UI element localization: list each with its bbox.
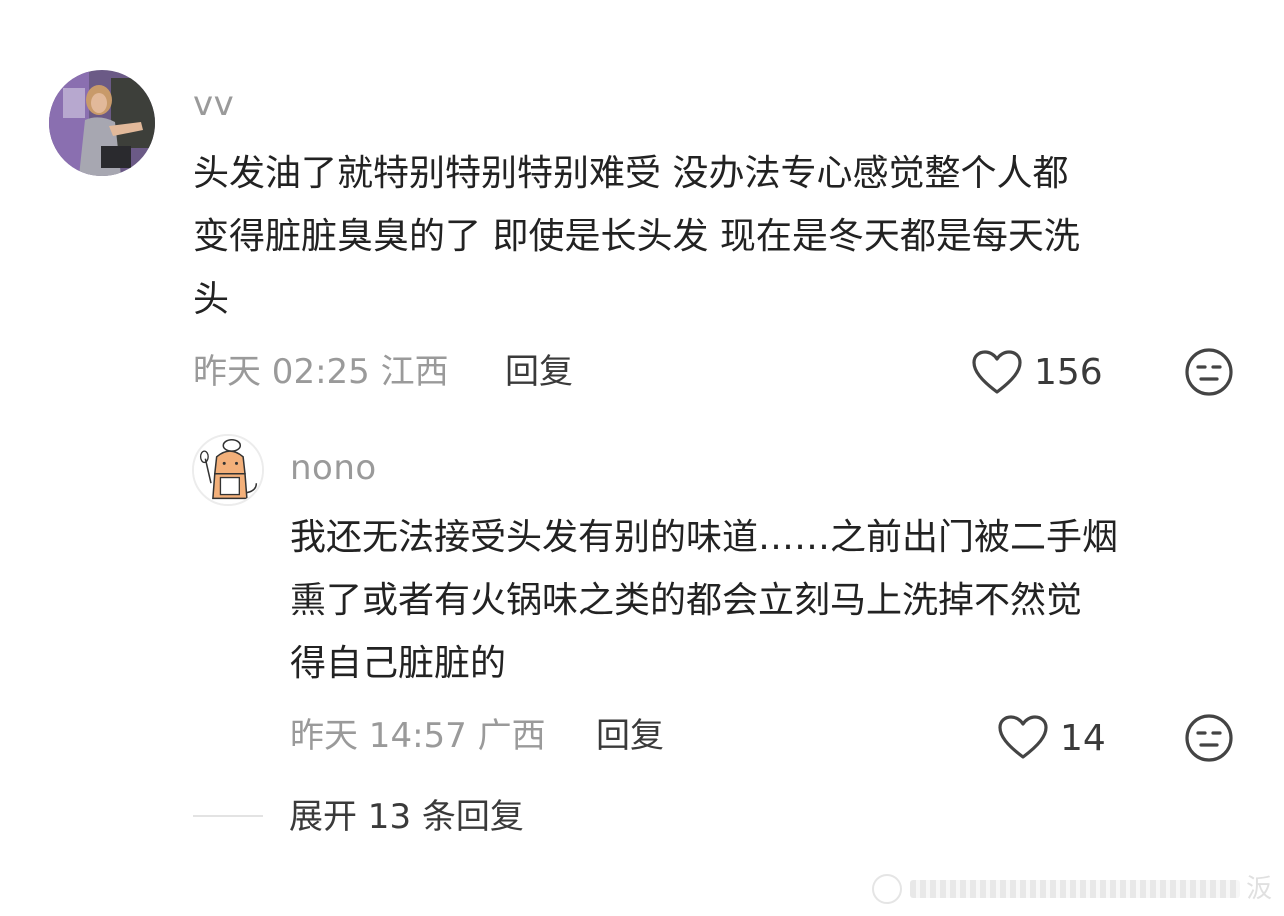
reply-button[interactable]: 回复 (596, 716, 664, 756)
like-count: 14 (1060, 718, 1106, 759)
meh-face-icon[interactable] (1184, 347, 1234, 397)
comment-text-line: 熏了或者有火锅味之类的都会立刻马上洗掉不然觉 (290, 580, 1083, 621)
watermark-text-blurred (910, 880, 1240, 898)
expand-replies-button[interactable]: 展开 13 条回复 (289, 797, 524, 837)
comment-username[interactable]: vv (193, 84, 234, 124)
like-count: 156 (1034, 352, 1103, 393)
watermark-logo-icon (872, 874, 902, 904)
expand-divider (193, 815, 263, 817)
reply-button[interactable]: 回复 (505, 352, 573, 392)
heart-outline-icon[interactable] (997, 714, 1049, 760)
comment-text-line: 头 (193, 279, 230, 320)
comment-text: 头发油了就特别特别特别难受 没办法专心感觉整个人都 变得脏脏臭臭的了 即使是长头… (193, 142, 1080, 331)
meh-face-icon[interactable] (1184, 713, 1234, 763)
watermark: 汳 (872, 872, 1272, 906)
comment-text: 我还无法接受头发有别的味道……之前出门被二手烟 熏了或者有火锅味之类的都会立刻马… (290, 506, 1118, 695)
comment-text-line: 变得脏脏臭臭的了 即使是长头发 现在是冬天都是每天洗 (193, 216, 1080, 257)
watermark-char: 汳 (1245, 874, 1272, 904)
heart-outline-icon[interactable] (971, 349, 1023, 395)
user-photo-avatar (49, 70, 155, 176)
comment-meta: 昨天 14:57 广西 (290, 716, 546, 756)
comment-text-line: 得自己脏脏的 (290, 643, 507, 684)
chef-cat-avatar (194, 436, 262, 504)
comment-text-line: 我还无法接受头发有别的味道……之前出门被二手烟 (290, 517, 1119, 558)
comment-username[interactable]: nono (290, 448, 377, 488)
avatar[interactable] (192, 434, 264, 506)
comment-meta: 昨天 02:25 江西 (193, 352, 449, 392)
comment-text-line: 头发油了就特别特别特别难受 没办法专心感觉整个人都 (193, 153, 1069, 194)
avatar[interactable] (49, 70, 155, 176)
